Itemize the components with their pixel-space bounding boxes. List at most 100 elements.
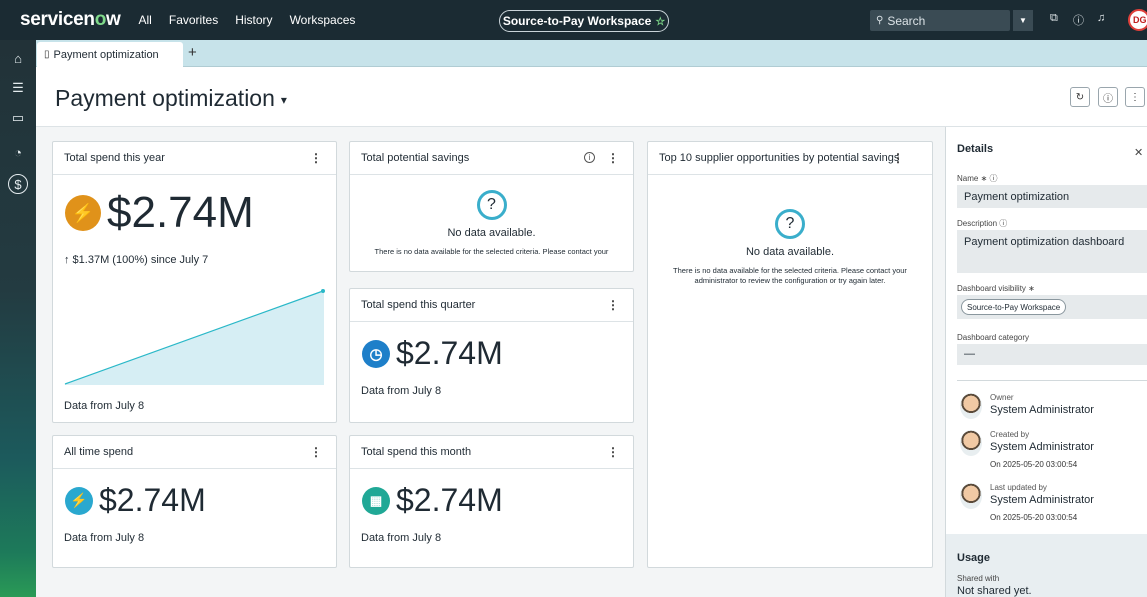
question-icon: ? <box>476 190 507 220</box>
search-input[interactable]: ⚲ Search <box>870 10 1010 31</box>
left-rail: ⌂ ☰ ▭ ◔ $ <box>0 40 36 597</box>
category-label: Dashboard category <box>957 333 1030 342</box>
card-title: Total potential savings <box>361 152 470 164</box>
dashboard-icon[interactable]: ◔ <box>8 142 28 162</box>
kebab-menu-icon[interactable]: ⋮ <box>607 298 619 312</box>
info-button[interactable]: ⓘ <box>1098 87 1118 107</box>
card-total-spend-year: Total spend this year ⋮ ⚡ $2.74M ↑ $1.37… <box>52 141 337 423</box>
kebab-menu-icon[interactable]: ⋮ <box>310 445 322 459</box>
owner-label: Owner <box>990 393 1014 402</box>
no-data-title: No data available. <box>745 246 835 258</box>
kebab-menu-icon[interactable]: ⋮ <box>607 445 619 459</box>
avatar <box>960 393 982 419</box>
created-by-name[interactable]: System Administrator <box>990 441 1094 453</box>
tab-bar: ▯ Payment optimization + <box>36 40 1147 67</box>
created-by-label: Created by <box>990 430 1030 439</box>
nav-workspaces[interactable]: Workspaces <box>290 13 356 27</box>
updated-by-label: Last updated by <box>990 483 1047 492</box>
card-title: Total spend this quarter <box>361 299 476 311</box>
close-icon[interactable]: ✕ <box>1134 146 1143 159</box>
kpi-value: $2.74M <box>99 482 206 518</box>
visibility-label: Dashboard visibility ∗ <box>957 284 1035 293</box>
data-date: Data from July 8 <box>64 400 145 412</box>
pulse-icon: ⚡ <box>65 195 101 231</box>
no-data-state: ? No data available. There is no data av… <box>648 209 932 286</box>
card-header: Total spend this quarter ⋮ <box>350 289 633 322</box>
kebab-menu-icon[interactable]: ⋮ <box>310 151 322 165</box>
usage-title: Usage <box>957 552 991 564</box>
payment-icon[interactable]: $ <box>8 174 28 194</box>
shared-with-value: Not shared yet. <box>957 585 1032 597</box>
tab-payment-optimization[interactable]: ▯ Payment optimization <box>37 42 183 67</box>
visibility-tag[interactable]: Source-to-Pay Workspace <box>961 299 1067 315</box>
top-navigation-bar: servicenow All Favorites History Workspa… <box>0 0 1147 40</box>
card-header: Top 10 supplier opportunities by potenti… <box>648 142 932 175</box>
nav-favorites[interactable]: Favorites <box>169 13 218 27</box>
kpi-value: $2.74M <box>107 188 254 237</box>
info-icon[interactable]: i <box>584 152 595 163</box>
nav-history[interactable]: History <box>235 13 272 27</box>
kpi-value-row: ◷ $2.74M <box>362 335 503 372</box>
page-title[interactable]: Payment optimization ▾ <box>55 85 287 112</box>
card-header: All time spend ⋮ <box>53 436 336 469</box>
bell-icon[interactable]: ♫ <box>1097 12 1105 24</box>
card-total-spend-quarter: Total spend this quarter ⋮ ◷ $2.74M Data… <box>349 288 634 423</box>
list-icon[interactable]: ☰ <box>8 78 28 98</box>
data-date: Data from July 8 <box>361 532 442 544</box>
search-scope-dropdown[interactable]: ▼ <box>1013 10 1033 31</box>
details-title: Details <box>957 143 994 155</box>
add-tab-icon[interactable]: + <box>188 44 197 61</box>
nav-all[interactable]: All <box>139 13 152 27</box>
avatar <box>960 430 982 456</box>
no-data-state: ? No data available. There is no data av… <box>350 190 633 257</box>
divider <box>957 380 1147 381</box>
kebab-menu-icon[interactable]: ⋮ <box>607 151 619 165</box>
created-date: On 2025-05-20 03:00:54 <box>990 460 1078 469</box>
card-top-10-supplier-opportunities: Top 10 supplier opportunities by potenti… <box>647 141 933 568</box>
calendar-icon: ▦ <box>362 486 390 515</box>
no-data-description: There is no data available for the selec… <box>673 266 907 285</box>
document-icon: ▯ <box>44 49 50 60</box>
kebab-menu-icon[interactable]: ⋮ <box>892 151 904 165</box>
owner-name[interactable]: System Administrator <box>990 404 1094 416</box>
inbox-icon[interactable]: ▭ <box>8 108 28 128</box>
card-title: Top 10 supplier opportunities by potenti… <box>659 152 900 164</box>
kpi-value: $2.74M <box>396 335 503 371</box>
name-field[interactable]: Payment optimization <box>957 185 1147 208</box>
kpi-value: $2.74M <box>396 482 503 518</box>
description-field[interactable]: Payment optimization dashboard <box>957 230 1147 273</box>
card-total-potential-savings: Total potential savings i ⋮ ? No data av… <box>349 141 634 272</box>
category-field[interactable]: — <box>957 344 1147 365</box>
pulse-icon: ⚡ <box>65 486 93 515</box>
question-icon: ? <box>775 209 805 239</box>
card-header: Total spend this month ⋮ <box>350 436 633 469</box>
clock-icon: ◷ <box>362 339 390 368</box>
data-date: Data from July 8 <box>361 385 442 397</box>
details-panel: Details ✕ Name ∗ ⓘ Payment optimization … <box>945 127 1147 597</box>
data-date: Data from July 8 <box>64 532 145 544</box>
workspace-selector[interactable]: Source-to-Pay Workspace ☆ <box>499 10 669 32</box>
card-total-spend-month: Total spend this month ⋮ ▦ $2.74M Data f… <box>349 435 634 568</box>
sparkline-point <box>321 289 325 293</box>
updated-by-name[interactable]: System Administrator <box>990 494 1094 506</box>
chat-icon[interactable]: ⧉ <box>1050 12 1058 25</box>
help-icon[interactable]: ⓘ <box>1073 12 1084 28</box>
avatar <box>960 483 982 509</box>
dashboard-canvas: Total spend this year ⋮ ⚡ $2.74M ↑ $1.37… <box>36 127 945 597</box>
home-icon[interactable]: ⌂ <box>8 48 28 68</box>
more-options-button[interactable]: ⋮ <box>1125 87 1145 107</box>
main-nav: All Favorites History Workspaces <box>139 13 373 27</box>
refresh-button[interactable]: ↻ <box>1070 87 1090 107</box>
card-title: All time spend <box>64 446 134 458</box>
usage-section: Usage Shared with Not shared yet. <box>946 534 1147 597</box>
card-title: Total spend this month <box>361 446 472 458</box>
kpi-value-row: ⚡ $2.74M <box>65 188 254 238</box>
page-header: Payment optimization ▾ ↻ ⓘ ⋮ <box>36 67 1147 127</box>
servicenow-logo[interactable]: servicenow <box>20 9 121 31</box>
sparkline-chart <box>64 289 325 385</box>
user-avatar[interactable]: DG <box>1128 9 1147 31</box>
search-icon: ⚲ <box>876 15 884 26</box>
chevron-down-icon[interactable]: ▾ <box>281 93 287 107</box>
kpi-change: ↑ $1.37M (100%) since July 7 <box>64 254 209 266</box>
star-icon[interactable]: ☆ <box>655 15 665 28</box>
